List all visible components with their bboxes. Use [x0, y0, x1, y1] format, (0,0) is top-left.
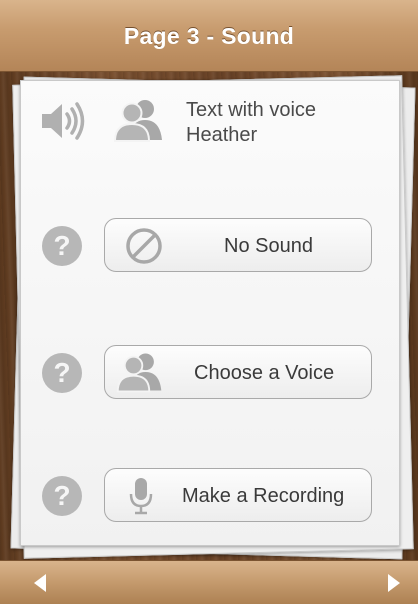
no-sound-label: No Sound — [224, 235, 313, 257]
speaker-icon[interactable] — [40, 99, 88, 143]
choose-voice-button[interactable]: Choose a Voice — [104, 345, 372, 399]
top-bar: Page 3 - Sound — [0, 0, 418, 72]
microphone-icon — [127, 476, 155, 521]
people-icon — [115, 351, 165, 398]
current-voice-line1: Text with voice — [186, 99, 317, 121]
current-voice-info: Text with voice Heather — [186, 98, 316, 148]
page-title: Page 3 - Sound — [123, 23, 295, 49]
choose-voice-help-button[interactable]: ? — [42, 353, 82, 393]
right-arrow-icon[interactable] — [382, 572, 404, 594]
people-icon — [112, 98, 166, 142]
screen: Page 3 - Sound Text with voice Heather ? — [0, 0, 418, 604]
no-sound-button[interactable]: No Sound — [104, 218, 372, 272]
make-recording-help-button[interactable]: ? — [42, 476, 82, 516]
choose-voice-label: Choose a Voice — [194, 362, 335, 384]
make-recording-button[interactable]: Make a Recording — [104, 468, 372, 522]
make-recording-label: Make a Recording — [182, 485, 345, 507]
current-voice-name: Heather — [186, 124, 258, 146]
no-sound-help-button[interactable]: ? — [42, 226, 82, 266]
left-arrow-icon[interactable] — [30, 572, 52, 594]
bottom-bar — [0, 560, 418, 604]
no-symbol-icon — [125, 227, 163, 270]
